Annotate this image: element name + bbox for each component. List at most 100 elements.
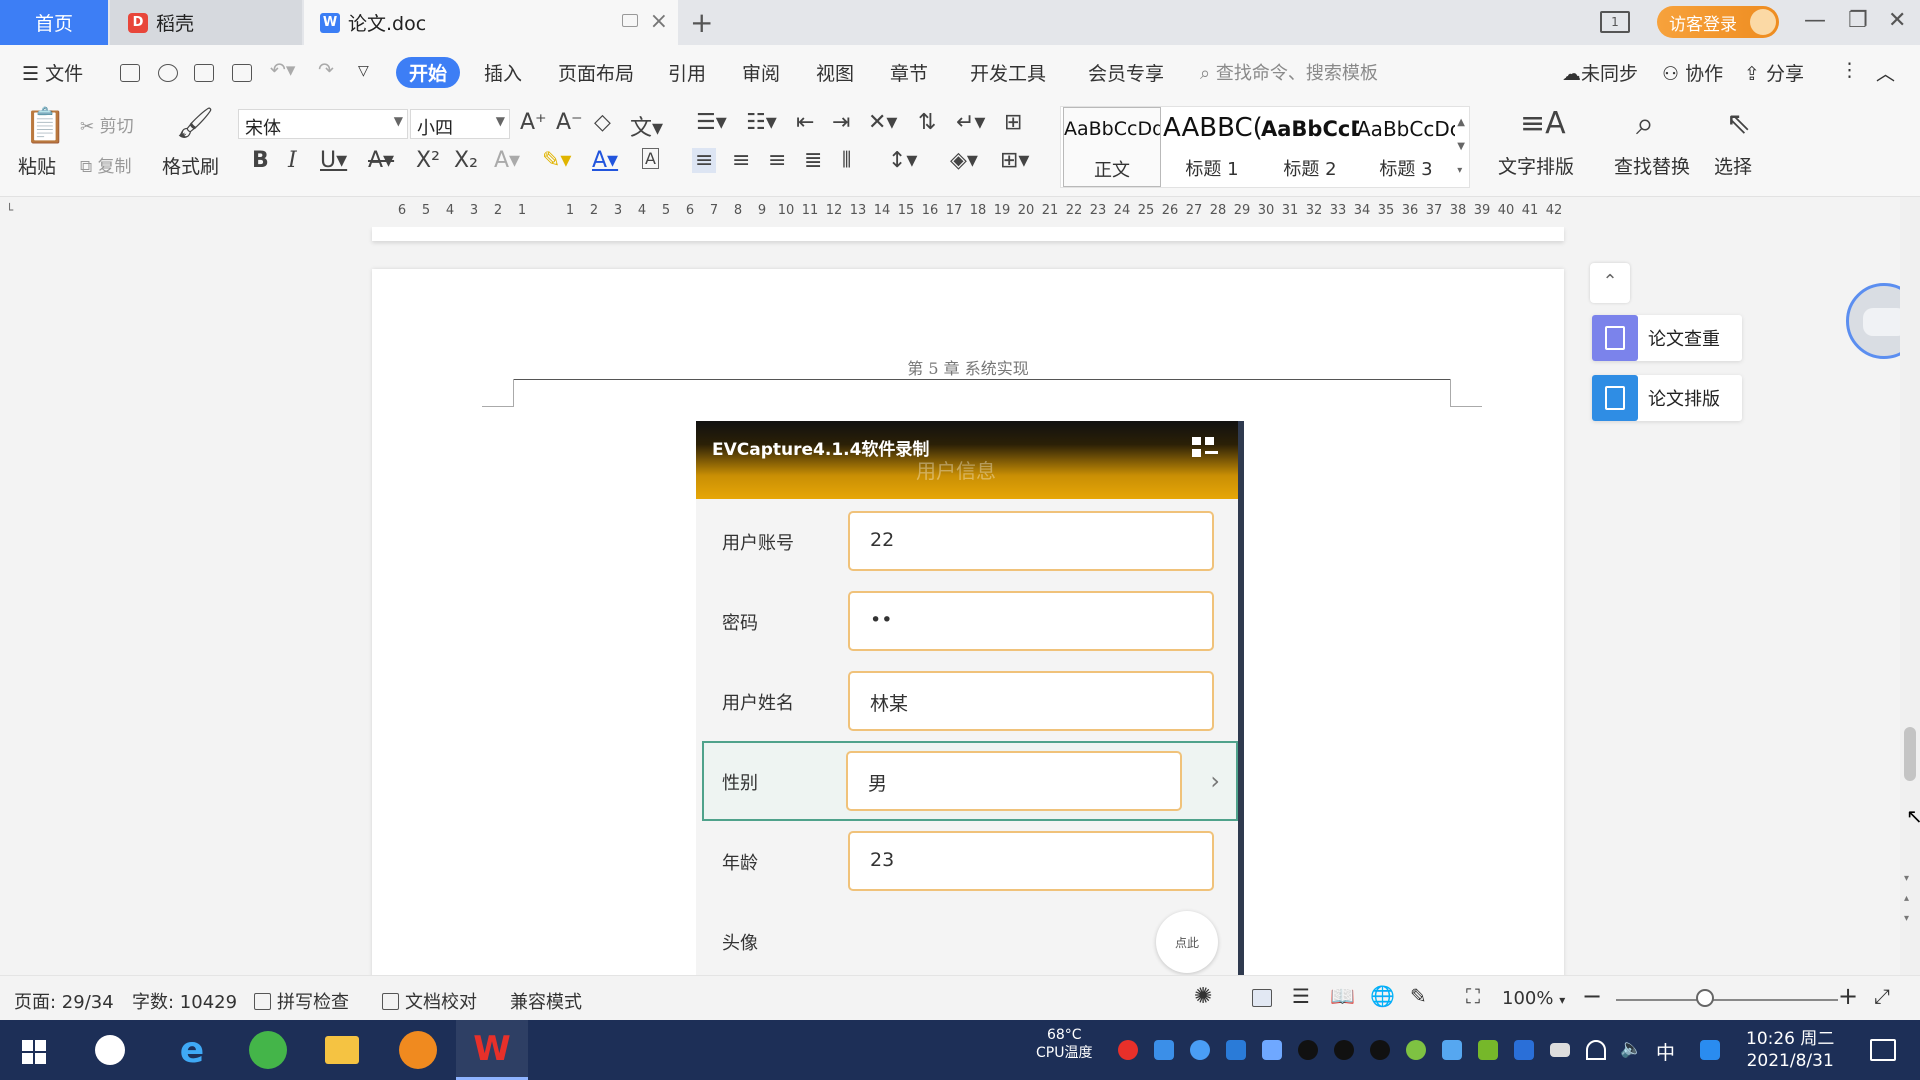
notification-center-icon[interactable] — [1870, 1039, 1896, 1061]
increase-indent-icon[interactable]: ⇥ — [832, 110, 850, 135]
italic-icon[interactable]: I — [288, 148, 297, 173]
print-preview-icon[interactable] — [232, 64, 252, 82]
embedded-phone-screenshot[interactable]: EVCapture4.1.4软件录制 用户信息 用户账号 22 密码 •• 用户… — [696, 421, 1244, 975]
command-search[interactable]: ⌕ 查找命令、搜索模板 — [1200, 59, 1378, 85]
spell-check-button[interactable]: 拼写检查 — [254, 988, 349, 1014]
line-spacing-icon[interactable]: ↕▾ — [888, 148, 917, 173]
styles-scroll-icon[interactable]: ▲ ▼ ▾ — [1457, 111, 1465, 183]
strikethrough-icon[interactable]: A▾ — [368, 148, 394, 173]
web-view-icon[interactable]: 🌐 — [1370, 984, 1395, 1008]
tab-selector-icon[interactable]: └ — [6, 203, 13, 217]
page-indicator[interactable]: 页面: 29/34 — [14, 988, 114, 1014]
collapse-panel-button[interactable]: ⌃ — [1590, 263, 1630, 303]
decrease-font-icon[interactable]: A⁻ — [556, 110, 583, 135]
tab-member[interactable]: 会员专享 — [1088, 59, 1164, 86]
plagiarism-check-button[interactable]: 论文查重 — [1592, 315, 1742, 361]
tab-document[interactable]: W 论文.doc × — [304, 0, 678, 45]
select-cursor-icon[interactable]: ⇖ — [1726, 106, 1751, 141]
file-menu[interactable]: ☰ 文件 — [22, 59, 83, 86]
page-nav-arrows-icon[interactable]: ▾ ▴ ▾ — [1904, 869, 1909, 929]
align-left-icon[interactable]: ≡ — [692, 148, 717, 173]
battery-icon[interactable] — [1550, 1043, 1570, 1057]
text-layout-button[interactable]: 文字排版 — [1498, 152, 1574, 179]
tray-icon-4[interactable] — [1226, 1040, 1246, 1060]
system-clock[interactable]: 10:26 周二 2021/8/31 — [1746, 1028, 1834, 1072]
cpu-temperature-widget[interactable]: 68°C CPU温度 — [1036, 1026, 1092, 1062]
page-view-icon[interactable] — [1252, 989, 1272, 1007]
font-size-select[interactable]: 小四 ▼ — [410, 109, 510, 139]
zoom-select[interactable]: 100% ▾ — [1502, 988, 1565, 1009]
tray-plus-icon[interactable] — [1406, 1040, 1426, 1060]
tab-review[interactable]: 审阅 — [742, 59, 780, 86]
doc-proof-button[interactable]: 文档校对 — [382, 988, 477, 1014]
save-icon[interactable] — [120, 64, 140, 82]
phonetic-guide-icon[interactable]: 文▾ — [630, 110, 663, 142]
tray-icon-5[interactable] — [1442, 1040, 1462, 1060]
customize-toolbar-icon[interactable]: ▽ — [358, 63, 369, 79]
taskbar-ie[interactable]: e — [156, 1020, 228, 1080]
taskbar-browser[interactable] — [232, 1020, 304, 1080]
tab-home[interactable]: 首页 — [0, 0, 108, 45]
bold-icon[interactable]: B — [252, 148, 269, 173]
tray-q-icon[interactable] — [1700, 1040, 1720, 1060]
text-effect-icon[interactable]: A▾ — [494, 148, 520, 173]
volume-icon[interactable]: 🔈 — [1620, 1038, 1642, 1059]
qq-icon-3[interactable] — [1370, 1040, 1390, 1060]
clear-format-icon[interactable]: ◇ — [594, 110, 611, 135]
find-replace-button[interactable]: 查找替换 — [1614, 152, 1690, 179]
style-heading-1[interactable]: AABBC( 标题 1 — [1163, 107, 1261, 187]
tab-insert[interactable]: 插入 — [484, 59, 522, 86]
close-tab-icon[interactable]: × — [650, 9, 668, 34]
eye-protection-icon[interactable]: ✺ — [1194, 984, 1212, 1009]
bullet-list-icon[interactable]: ☰▾ — [696, 110, 727, 135]
tray-icon-1[interactable] — [1118, 1040, 1138, 1060]
window-layout-icon[interactable]: 1 — [1600, 11, 1630, 33]
monitor-icon[interactable] — [622, 14, 638, 27]
borders-icon[interactable]: ⊞▾ — [1000, 148, 1029, 173]
taskbar-wps[interactable]: W — [456, 1020, 528, 1080]
increase-font-icon[interactable]: A⁺ — [520, 110, 547, 135]
qq-icon-2[interactable] — [1334, 1040, 1354, 1060]
outline-view-icon[interactable]: ☰ — [1292, 984, 1310, 1008]
close-window-icon[interactable]: ✕ — [1888, 8, 1906, 33]
tab-daoke[interactable]: D 稻壳 — [110, 0, 302, 45]
tray-icon-2[interactable] — [1154, 1040, 1174, 1060]
input-method-indicator[interactable]: 中 — [1656, 1038, 1675, 1065]
document-page[interactable]: 第 5 章 系统实现 EVCapture4.1.4软件录制 用户信息 用户账号 … — [372, 269, 1564, 975]
chinese-layout-icon[interactable]: ✕▾ — [868, 110, 897, 135]
distributed-icon[interactable]: ⫴ — [842, 148, 851, 173]
style-heading-3[interactable]: AaBbCcDc 标题 3 — [1357, 107, 1455, 187]
print-icon[interactable] — [194, 64, 214, 82]
tab-start[interactable]: 开始 — [396, 57, 460, 88]
tab-chapter[interactable]: 章节 — [890, 59, 928, 86]
qq-icon[interactable] — [1298, 1040, 1318, 1060]
sort-icon[interactable]: ⇅ — [918, 110, 936, 135]
minimize-icon[interactable]: — — [1804, 8, 1826, 33]
export-icon[interactable] — [158, 64, 178, 82]
show-marks-icon[interactable]: ↵▾ — [956, 110, 985, 135]
tab-page-layout[interactable]: 页面布局 — [558, 59, 634, 86]
collaborate-button[interactable]: ⚇ 协作 — [1662, 59, 1723, 86]
align-right-icon[interactable]: ≡ — [768, 148, 786, 173]
align-center-icon[interactable]: ≡ — [732, 148, 750, 173]
format-painter-icon[interactable]: 🖌 — [176, 106, 214, 141]
taskbar-fan-app[interactable] — [74, 1020, 146, 1080]
word-count[interactable]: 字数: 10429 — [132, 988, 237, 1014]
find-replace-icon[interactable]: ⌕ — [1636, 104, 1654, 143]
zoom-slider-handle[interactable] — [1695, 989, 1714, 1007]
tab-stops-icon[interactable]: ⊞ — [1004, 110, 1022, 135]
bluetooth-icon[interactable] — [1514, 1040, 1534, 1060]
copy-button[interactable]: ⧉ 复制 — [80, 152, 132, 177]
vertical-scrollbar[interactable]: ▾ ▴ ▾ — [1900, 197, 1920, 975]
more-options-icon[interactable]: ⋮ — [1840, 59, 1859, 81]
new-tab-button[interactable]: + — [690, 6, 713, 39]
redo-icon[interactable]: ↷ — [318, 59, 334, 81]
highlight-icon[interactable]: ✎▾ — [542, 148, 571, 173]
tab-developer[interactable]: 开发工具 — [970, 59, 1046, 86]
tab-references[interactable]: 引用 — [668, 59, 706, 86]
scrollbar-thumb[interactable] — [1904, 727, 1916, 781]
numbered-list-icon[interactable]: ☷▾ — [746, 110, 777, 135]
font-name-select[interactable]: 宋体 ▼ — [238, 109, 408, 139]
wifi-icon[interactable] — [1586, 1040, 1606, 1060]
taskbar-evcapture[interactable] — [382, 1020, 454, 1080]
